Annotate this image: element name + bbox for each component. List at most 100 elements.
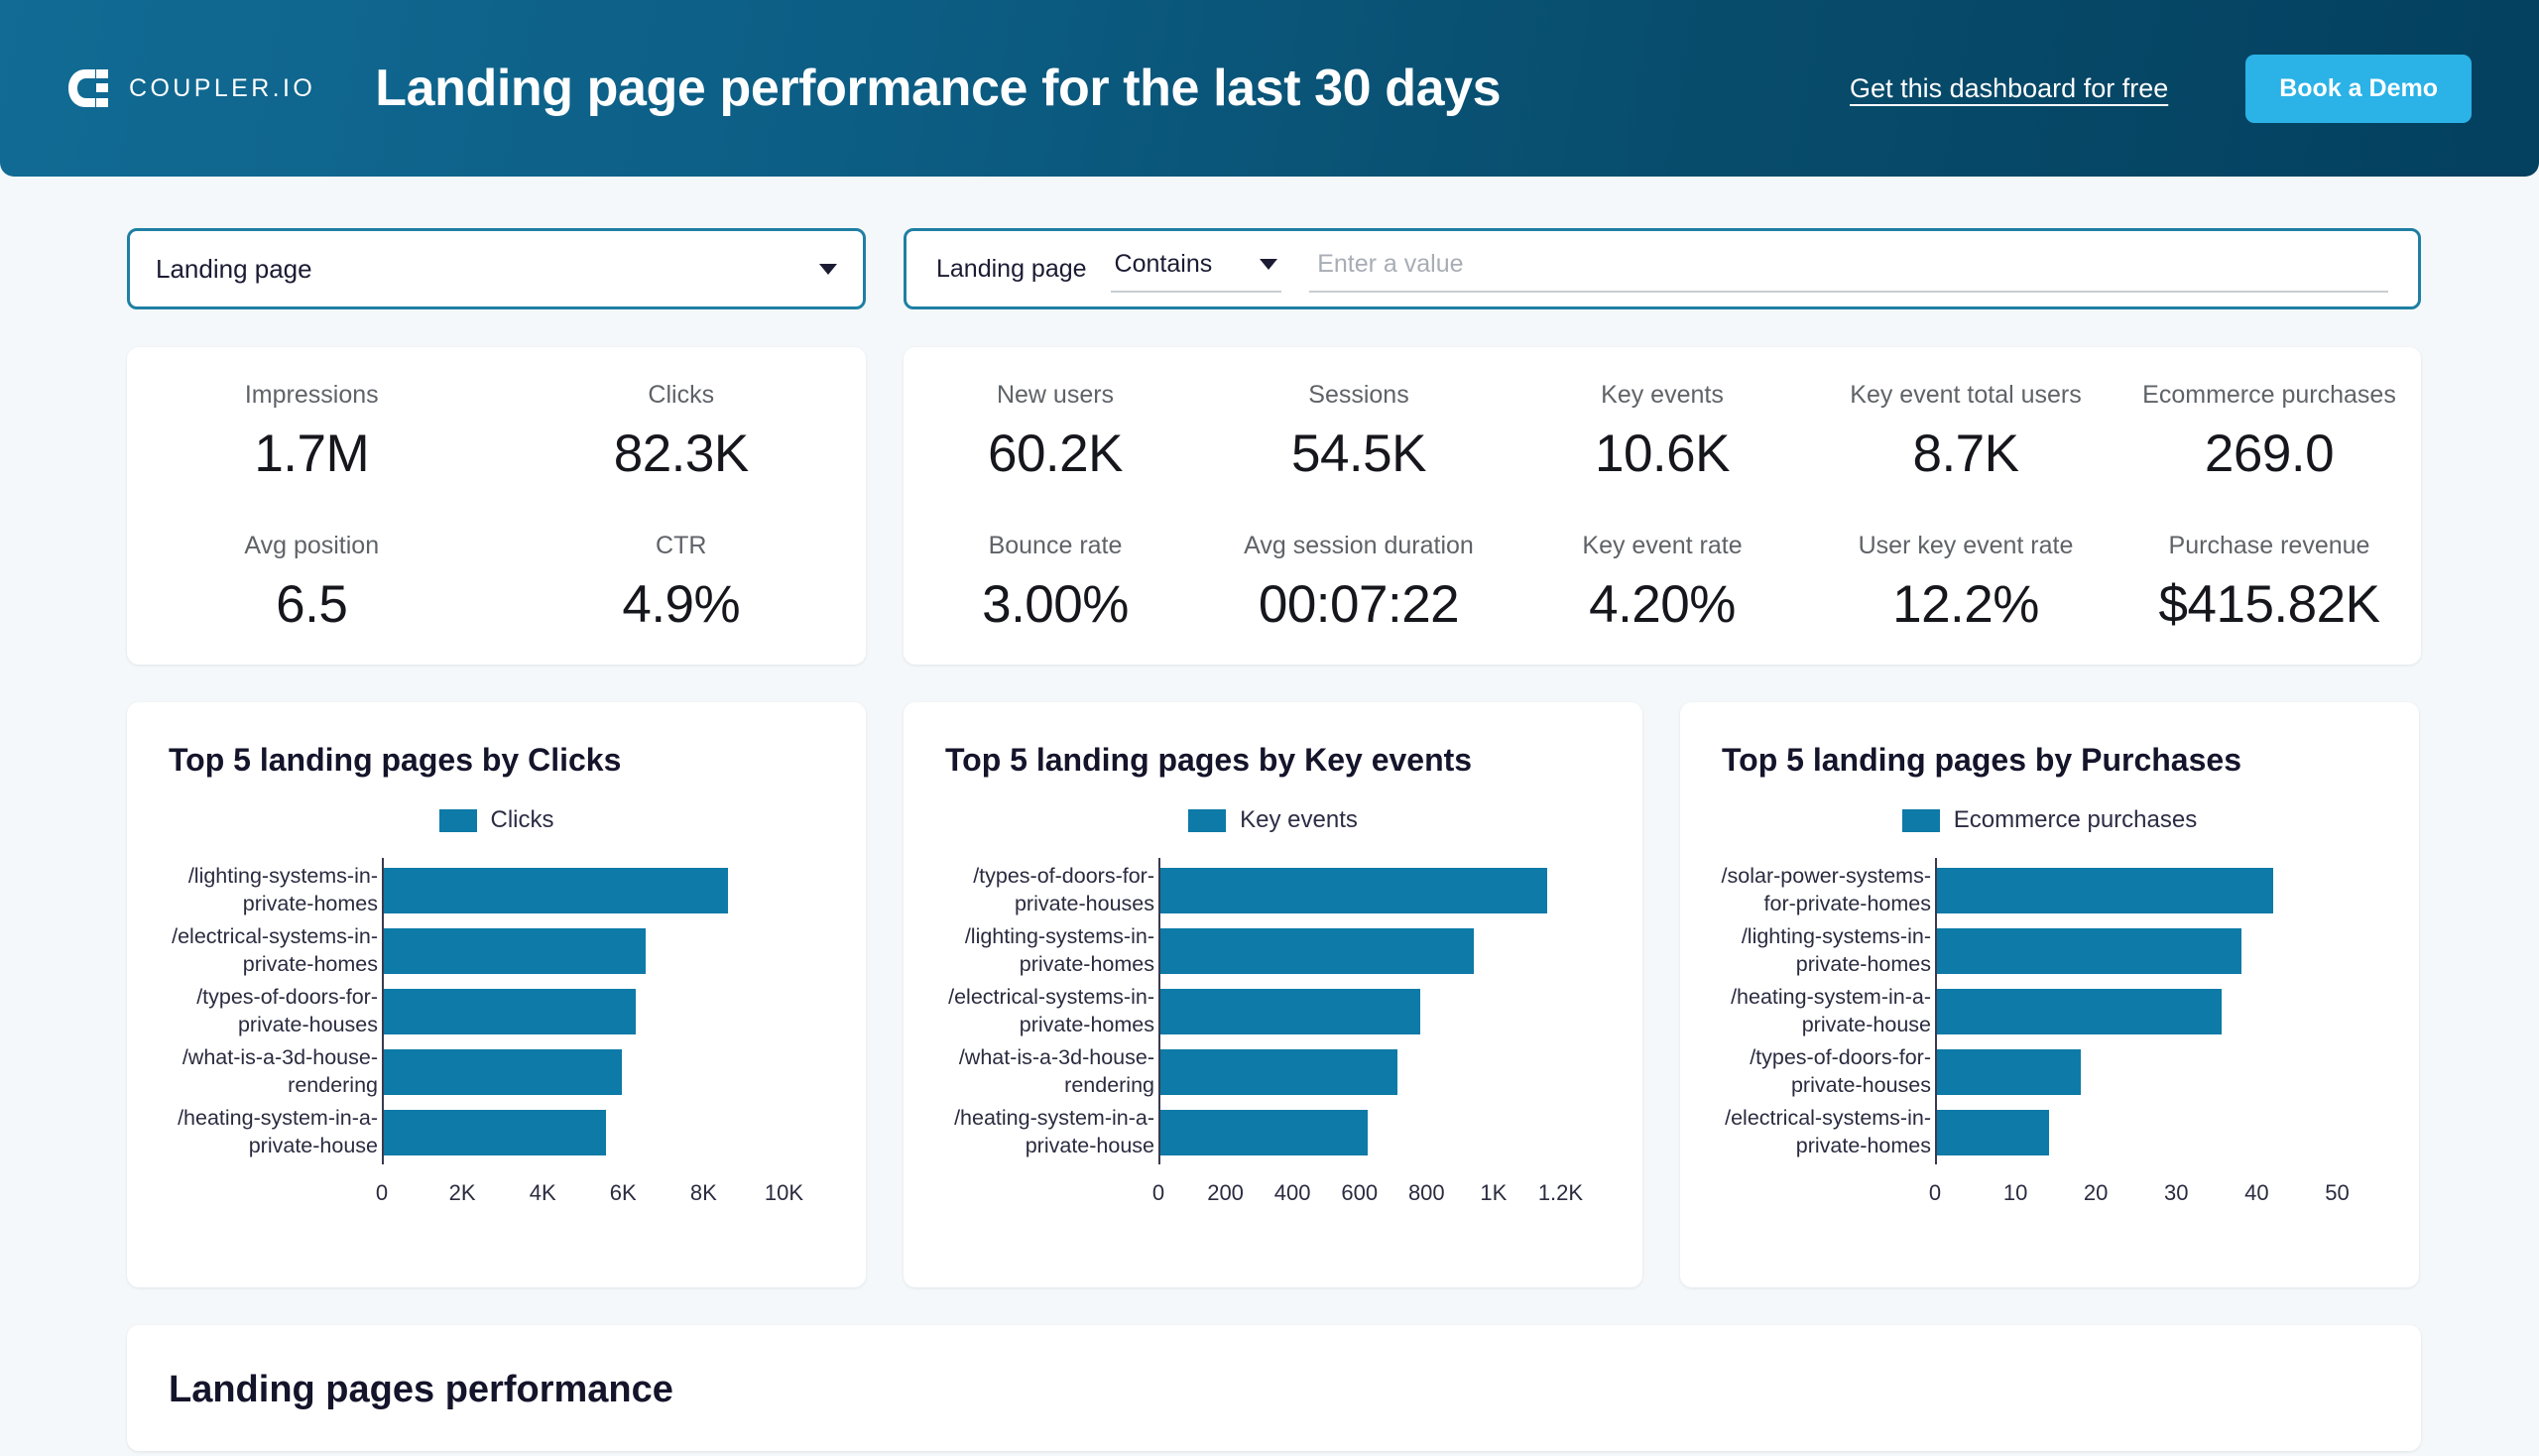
advanced-filter: Landing page Contains <box>904 228 2421 309</box>
chart-plot-area: /lighting-systems-in-private-homes/elect… <box>169 858 824 1164</box>
chart-y-axis: /types-of-doors-for-private-houses/light… <box>945 858 1158 1164</box>
chart-bar-slot <box>384 860 824 920</box>
legend-label: Ecommerce purchases <box>1953 806 2198 833</box>
chart-bars-area <box>382 858 824 1164</box>
app-header: COUPLER.IO Landing page performance for … <box>0 0 2539 177</box>
chart-bar[interactable] <box>1937 1109 2050 1155</box>
chart-title: Top 5 landing pages by Key events <box>945 742 1473 778</box>
chart-x-tick: 400 <box>1273 1180 1311 1205</box>
kpi-value: $415.82K <box>2158 575 2380 634</box>
chart-x-axis: 0 10 20 30 40 50 <box>1929 1164 2377 1208</box>
chart-bar-slot <box>384 920 824 981</box>
get-dashboard-link[interactable]: Get this dashboard for free <box>1850 73 2168 104</box>
chart-bar-slot <box>1160 1102 1601 1162</box>
filter-bar: Landing page Landing page Contains <box>127 228 2539 309</box>
kpi-cell: Key event total users 8.7K <box>1814 381 2117 484</box>
chart-bars-area <box>1158 858 1601 1164</box>
chart-bar[interactable] <box>1160 988 1421 1034</box>
chart-bars-area <box>1935 858 2377 1164</box>
kpi-label: Avg session duration <box>1244 532 1474 559</box>
search-console-kpi-card: Impressions 1.7M Clicks 82.3K Avg position 6… <box>127 347 866 665</box>
chart-bar[interactable] <box>384 867 729 913</box>
page-title: Landing page performance for the last 30… <box>375 60 1502 117</box>
kpi-value: 82.3K <box>613 425 750 483</box>
kpi-cell: Clicks 82.3K <box>497 381 867 484</box>
chart-bar-slot <box>384 981 824 1041</box>
kpi-label: Key event rate <box>1582 532 1743 559</box>
advanced-filter-value-input[interactable] <box>1317 249 2388 279</box>
brand-logo[interactable]: COUPLER.IO <box>65 65 315 111</box>
chart-x-tick: 1.2K <box>1537 1180 1584 1205</box>
coupler-logo-icon <box>65 65 111 111</box>
chart-bar[interactable] <box>384 927 647 974</box>
dimension-select[interactable]: Landing page <box>127 228 866 309</box>
chart-bar[interactable] <box>1160 1048 1397 1095</box>
chart-bar[interactable] <box>1937 988 2222 1034</box>
kpi-value: 8.7K <box>1912 425 2019 483</box>
kpi-value: 10.6K <box>1594 425 1731 483</box>
chart-x-tick: 10K <box>764 1180 804 1205</box>
chart-bar[interactable] <box>1160 927 1475 974</box>
kpi-grid-row-2: Bounce rate 3.00% Avg session duration 00:0… <box>904 532 2421 635</box>
advanced-filter-operator-select[interactable]: Contains <box>1110 246 1282 293</box>
chart-category-label: /solar-power-systems-for-private-homes <box>1721 863 1931 915</box>
kpi-label: CTR <box>656 532 707 559</box>
chart-bar[interactable] <box>384 1109 607 1155</box>
chart-x-tick: 40 <box>2244 1180 2269 1205</box>
kpi-cell: Sessions 54.5K <box>1207 381 1511 484</box>
chart-bar-slot <box>1160 920 1601 981</box>
chart-category-label: /lighting-systems-in-private-homes <box>964 923 1154 976</box>
kpi-cell: Key events 10.6K <box>1511 381 1814 484</box>
chart-plot-area: /types-of-doors-for-private-houses/light… <box>945 858 1601 1164</box>
book-demo-button[interactable]: Book a Demo <box>2245 54 2472 123</box>
chart-category-label: /what-is-a-3d-house-rendering <box>181 1044 378 1097</box>
kpi-value: 4.9% <box>622 575 741 634</box>
kpi-label: User key event rate <box>1858 532 2074 559</box>
kpi-cell: Ecommerce purchases 269.0 <box>2117 381 2421 484</box>
chart-bar[interactable] <box>384 1048 623 1095</box>
chart-bar-slot <box>1160 981 1601 1041</box>
chart-category-label: /lighting-systems-in-private-homes <box>1741 923 1931 976</box>
chart-category-label: /electrical-systems-in-private-homes <box>172 923 378 976</box>
chart-bar[interactable] <box>1160 867 1548 913</box>
chart-category-label: /electrical-systems-in-private-homes <box>948 984 1154 1036</box>
advanced-filter-value-wrap <box>1309 246 2388 293</box>
chart-bar-slot <box>384 1102 824 1162</box>
header-actions: Get this dashboard for free Book a Demo <box>1850 54 2472 123</box>
chart-bar-slot <box>1937 1102 2377 1162</box>
chart-bar-slot <box>1937 1041 2377 1102</box>
chevron-down-icon <box>819 263 837 275</box>
chart-bar-slot <box>1160 860 1601 920</box>
kpi-section: Impressions 1.7M Clicks 82.3K Avg position 6… <box>127 347 2539 665</box>
chart-bar-slot <box>1937 981 2377 1041</box>
chart-legend: Clicks <box>169 806 824 834</box>
advanced-filter-operator-value: Contains <box>1114 249 1213 278</box>
chart-x-tick: 2K <box>448 1180 476 1205</box>
chart-bar-slot <box>1160 1041 1601 1102</box>
chart-bar[interactable] <box>384 988 637 1034</box>
legend-label: Clicks <box>490 806 554 833</box>
chart-x-tick: 800 <box>1407 1180 1445 1205</box>
kpi-label: Bounce rate <box>988 532 1123 559</box>
chart-legend: Ecommerce purchases <box>1722 806 2377 834</box>
kpi-label: Purchase revenue <box>2168 532 2370 559</box>
chart-x-tick: 10 <box>2002 1180 2028 1205</box>
chart-bar[interactable] <box>1937 867 2274 913</box>
kpi-cell: CTR 4.9% <box>497 532 867 635</box>
chart-category-label: /heating-system-in-a-private-house <box>954 1105 1154 1157</box>
kpi-value: 4.20% <box>1589 575 1736 634</box>
chart-bar[interactable] <box>1160 1109 1368 1155</box>
chart-x-axis: 0 2K 4K 6K 8K 10K <box>376 1164 824 1208</box>
chart-bar[interactable] <box>1937 1048 2082 1095</box>
kpi-label: Ecommerce purchases <box>2142 381 2396 409</box>
chart-category-label: /types-of-doors-for-private-houses <box>196 984 378 1036</box>
chart-bar[interactable] <box>1937 927 2241 974</box>
dimension-select-value: Landing page <box>156 253 312 284</box>
kpi-grid-row-1: New users 60.2K Sessions 54.5K Key events 10.… <box>904 381 2421 484</box>
chart-bar-slot <box>1937 860 2377 920</box>
kpi-label: New users <box>996 381 1115 409</box>
chart-category-label: /types-of-doors-for-private-houses <box>973 863 1154 915</box>
kpi-value: 00:07:22 <box>1258 575 1460 634</box>
kpi-cell: User key event rate 12.2% <box>1814 532 2117 635</box>
chart-y-axis: /lighting-systems-in-private-homes/elect… <box>169 858 382 1164</box>
